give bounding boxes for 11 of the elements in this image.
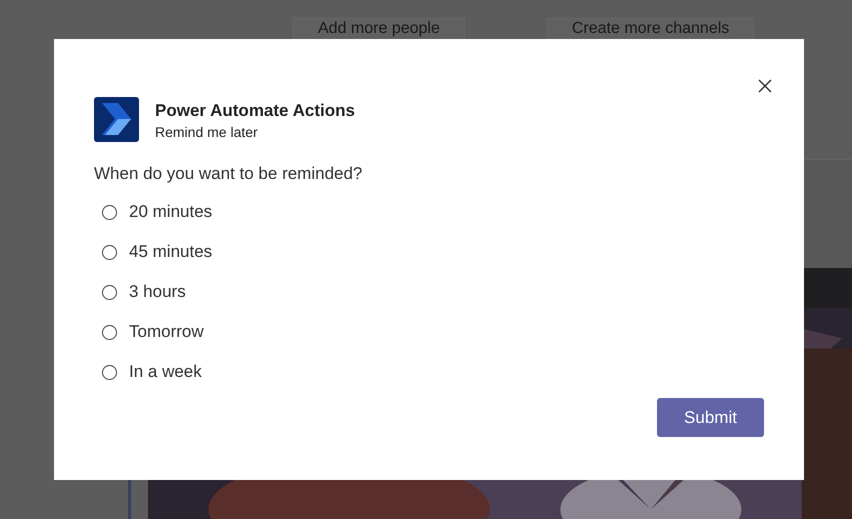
radio-option[interactable]: Tomorrow [102, 312, 204, 352]
close-icon[interactable] [758, 79, 772, 93]
radio-option[interactable]: 45 minutes [102, 232, 212, 272]
app-name: Power Automate Actions [155, 100, 355, 122]
radio-option[interactable]: 20 minutes [102, 192, 212, 232]
question: When do you want to be reminded? [94, 163, 364, 185]
radio-option[interactable]: 3 hours [102, 272, 186, 312]
submit-button[interactable]: Submit [657, 398, 764, 437]
subtitle: Remind me later [155, 123, 259, 142]
app-logo-icon [94, 97, 139, 142]
radio-option[interactable]: In a week [102, 352, 202, 392]
